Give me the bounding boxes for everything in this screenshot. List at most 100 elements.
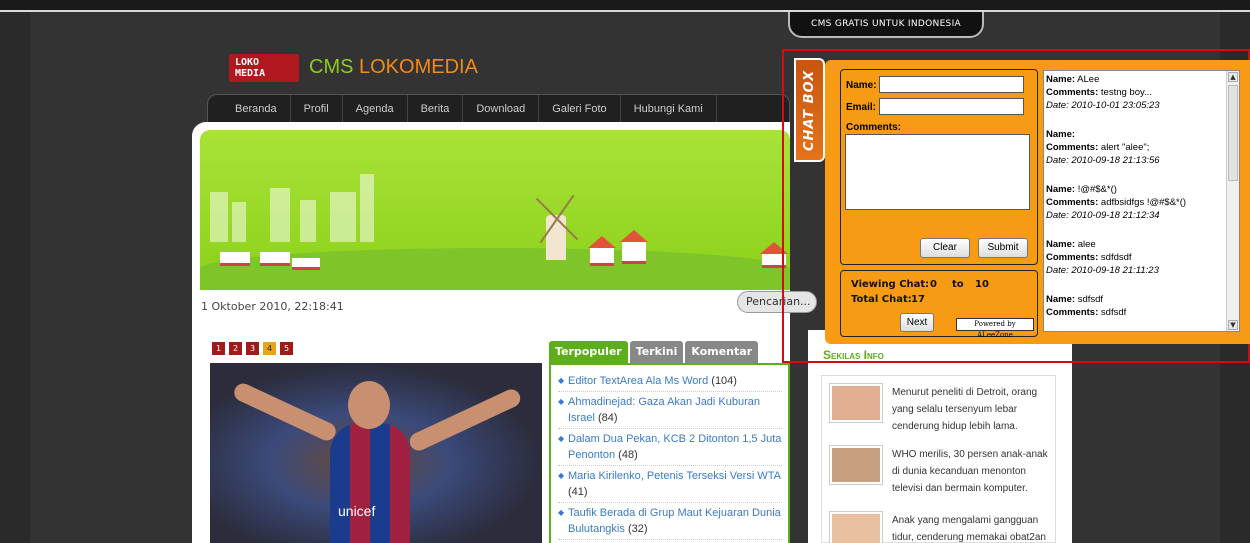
- entry-comments-key: Comments:: [1046, 252, 1099, 263]
- entry-comments-key: Comments:: [1046, 307, 1099, 318]
- page-3-button[interactable]: 3: [246, 342, 259, 355]
- chat-log[interactable]: Name: ALee Comments: testng boy... Date:…: [1043, 70, 1240, 332]
- total-chat-label: Total Chat:: [851, 294, 912, 305]
- site-logo[interactable]: LOKO MEDIA: [229, 54, 299, 82]
- site-title-cms: CMS: [309, 56, 359, 78]
- entry-comments-key: Comments:: [1046, 87, 1099, 98]
- building-shape: [270, 188, 290, 242]
- email-field[interactable]: [879, 98, 1024, 115]
- entry-comments: testng boy...: [1100, 87, 1152, 98]
- entry-date: 2010-09-18 21:13:56: [1071, 155, 1160, 166]
- viewing-chat-label: Viewing Chat:: [851, 279, 930, 290]
- sekilas-info-box: Menurut peneliti di Detroit, orang yang …: [821, 375, 1056, 543]
- scroll-up-icon[interactable]: ▲: [1228, 72, 1238, 82]
- entry-date: 2010-09-18 21:12:34: [1071, 210, 1160, 221]
- info-thumbnail: [829, 383, 883, 423]
- page-5-button[interactable]: 5: [280, 342, 293, 355]
- entry-name-key: Name:: [1046, 239, 1076, 250]
- viewing-from: 0: [930, 279, 937, 290]
- building-shape: [232, 202, 246, 242]
- entry-comments-key: Comments:: [1046, 142, 1099, 153]
- entry-date: 2010-09-18 21:11:23: [1071, 265, 1159, 276]
- page-1-button[interactable]: 1: [212, 342, 225, 355]
- list-item[interactable]: Maria Kirilenko, Petenis Terseksi Versi …: [558, 466, 782, 503]
- page-2-button[interactable]: 2: [229, 342, 242, 355]
- header-banner: [200, 130, 790, 290]
- nav-berita[interactable]: Berita: [408, 95, 464, 122]
- article-title[interactable]: Dalam Dua Pekan, KCB 2 Ditonton 1,5 Juta…: [568, 433, 781, 461]
- list-item[interactable]: Ahmadinejad: Gaza Akan Jadi Kuburan Isra…: [558, 392, 782, 429]
- entry-name: ALee: [1077, 74, 1100, 85]
- powered-by-badge[interactable]: Powered by ALeeZone: [956, 318, 1034, 339]
- entry-comments-key: Comments:: [1046, 197, 1099, 208]
- logo-line1: LOKO: [235, 57, 260, 68]
- scroll-thumb[interactable]: [1228, 85, 1238, 181]
- article-count: (32): [627, 523, 648, 535]
- info-text: Menurut peneliti di Detroit, orang yang …: [892, 387, 1038, 432]
- nav-download[interactable]: Download: [463, 95, 540, 122]
- entry-comments: alert "alee";: [1100, 142, 1150, 153]
- article-count: (84): [597, 412, 618, 424]
- info-text: Anak yang mengalami gangguan tidur, cend…: [892, 515, 1046, 543]
- nav-hubungi-kami[interactable]: Hubungi Kami: [621, 95, 717, 122]
- entry-name-key: Name:: [1046, 129, 1076, 140]
- building-shape: [360, 174, 374, 242]
- info-thumbnail: [829, 445, 883, 485]
- cms-gratis-tab[interactable]: CMS GRATIS UNTUK INDONESIA: [788, 12, 984, 38]
- photo-arm-right: [406, 386, 524, 454]
- entry-name: !@#$&*(): [1077, 184, 1117, 195]
- scroll-down-icon[interactable]: ▼: [1228, 320, 1238, 330]
- entry-date-key: Date:: [1046, 155, 1069, 166]
- article-title[interactable]: Taufik Berada di Grup Maut Kejuaran Duni…: [568, 507, 781, 535]
- next-button[interactable]: Next: [900, 313, 934, 332]
- clear-button[interactable]: Clear: [920, 238, 970, 258]
- info-text: WHO merilis, 30 persen anak-anak di duni…: [892, 449, 1048, 494]
- headline-photo[interactable]: unicef: [210, 363, 542, 543]
- entry-name: sdfsdf: [1077, 294, 1104, 305]
- nav-agenda[interactable]: Agenda: [343, 95, 408, 122]
- entry-name-key: Name:: [1046, 294, 1076, 305]
- comments-textarea[interactable]: [845, 134, 1030, 210]
- article-count: (104): [711, 375, 737, 387]
- chat-entry: Name: !@#$&*() Comments: adfbsidfgs !@#$…: [1044, 181, 1239, 222]
- list-item[interactable]: Editor TextArea Ala Ms Word (104): [558, 371, 782, 392]
- info-item: WHO merilis, 30 persen anak-anak di duni…: [829, 445, 1050, 497]
- submit-button[interactable]: Submit: [978, 238, 1028, 258]
- list-item[interactable]: Taufik Berada di Grup Maut Kejuaran Duni…: [558, 503, 782, 540]
- list-item[interactable]: Dalam Dua Pekan, KCB 2 Ditonton 1,5 Juta…: [558, 429, 782, 466]
- nav-profil[interactable]: Profil: [291, 95, 343, 122]
- article-title[interactable]: Maria Kirilenko, Petenis Terseksi Versi …: [568, 470, 780, 482]
- photo-arm-left: [231, 380, 339, 444]
- building-shape: [330, 192, 356, 242]
- chat-entry: Name: sdfsdf Comments: sdfsdf: [1044, 291, 1239, 319]
- viewing-to: 10: [975, 279, 989, 290]
- building-shape: [300, 200, 316, 242]
- name-field[interactable]: [879, 76, 1024, 93]
- photo-player-head: [348, 381, 390, 429]
- tab-terkini[interactable]: Terkini: [629, 341, 684, 363]
- tab-terpopuler[interactable]: Terpopuler: [549, 341, 628, 363]
- entry-date: 2010-10-01 23:05:23: [1071, 100, 1160, 111]
- entry-name-key: Name:: [1046, 184, 1076, 195]
- article-count: (41): [568, 486, 588, 498]
- chat-log-scrollbar[interactable]: ▲ ▼: [1226, 71, 1239, 331]
- page-4-button[interactable]: 4: [263, 342, 276, 355]
- nav-beranda[interactable]: Beranda: [222, 95, 291, 122]
- entry-comments: sdfdsdf: [1100, 252, 1132, 263]
- building-shape: [210, 192, 228, 242]
- article-title[interactable]: Editor TextArea Ala Ms Word: [568, 375, 708, 387]
- house-shape: [590, 248, 614, 266]
- roof-shape: [620, 230, 648, 242]
- house-shape: [260, 252, 290, 266]
- comments-label: Comments:: [846, 122, 902, 133]
- chat-box-tab[interactable]: CHAT BOX: [794, 58, 825, 162]
- nav-galeri-foto[interactable]: Galeri Foto: [539, 95, 621, 122]
- chat-entry: Name: ALee Comments: testng boy... Date:…: [1044, 71, 1239, 112]
- article-title[interactable]: Ahmadinejad: Gaza Akan Jadi Kuburan Isra…: [568, 396, 760, 424]
- tab-komentar[interactable]: Komentar: [685, 341, 759, 363]
- current-date: 1 Oktober 2010, 22:18:41: [201, 300, 344, 313]
- site-title[interactable]: CMS LOKOMEDIA: [309, 56, 478, 79]
- entry-comments: adfbsidfgs !@#$&*(): [1100, 197, 1187, 208]
- info-item: Anak yang mengalami gangguan tidur, cend…: [829, 511, 1050, 543]
- news-tabs: Terpopuler Terkini Komentar: [549, 341, 759, 363]
